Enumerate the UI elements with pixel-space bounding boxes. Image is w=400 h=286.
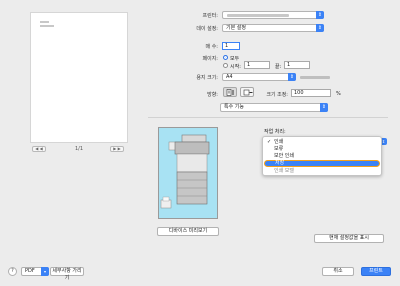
job-processing-menu: ✓ 인쇄 보류 보안 인쇄 저장 인쇄 모델	[262, 136, 382, 176]
popup-arrow-icon: ⇕	[316, 24, 324, 32]
device-preview-image	[158, 127, 218, 219]
pages-to-label: 끝:	[275, 64, 282, 70]
section-divider	[148, 117, 388, 118]
chevron-down-icon: ▾	[41, 267, 49, 276]
show-current-settings-button[interactable]: 현재 설정값을 표시	[314, 234, 384, 243]
portrait-orientation-button[interactable]	[223, 87, 237, 97]
job-option-print[interactable]: ✓ 인쇄	[264, 139, 380, 146]
preview-text-line	[40, 25, 54, 27]
printer-device-icon	[160, 134, 210, 209]
popup-arrow-icon: ⇕	[316, 11, 324, 19]
print-options-section-select[interactable]: 특수 기능 ⇕	[220, 103, 328, 112]
device-preview-button[interactable]: 디바이스 미리보기	[157, 227, 219, 236]
presets-value: 기본 설정	[226, 25, 246, 31]
job-option-secure-print[interactable]: 보안 인쇄	[264, 153, 380, 160]
pages-from-input[interactable]: 1	[244, 61, 270, 69]
preview-pager: ◀ ◀ 1/1 ▶ ▶	[30, 145, 128, 154]
preview-text-line	[40, 21, 49, 23]
job-option-label: 인쇄 모델	[274, 168, 294, 174]
job-processing-label: 작업 처리:	[264, 129, 286, 135]
orientation-label: 방향:	[207, 92, 218, 98]
copies-input[interactable]: 1	[222, 42, 240, 50]
pdf-label: PDF	[25, 268, 35, 274]
scale-label: 크기 조정:	[266, 92, 288, 98]
printer-name-redacted	[227, 14, 289, 17]
printer-label: 프린터:	[202, 13, 219, 19]
paper-dimensions-redacted	[300, 76, 330, 79]
preview-page-indicator: 1/1	[74, 146, 84, 152]
pages-all-radio[interactable]	[223, 55, 228, 60]
landscape-icon	[243, 89, 253, 96]
copies-label: 매 수:	[205, 44, 218, 50]
job-option-label: 보류	[274, 146, 284, 152]
landscape-orientation-button[interactable]	[240, 87, 254, 97]
presets-label: 데이 설정:	[196, 26, 218, 32]
section-select-value: 특수 기능	[224, 104, 244, 110]
popup-arrow-icon: ⇕	[320, 103, 328, 112]
checkmark-icon: ✓	[267, 139, 272, 145]
pages-range-radio[interactable]	[223, 63, 228, 68]
scale-unit: %	[336, 91, 341, 97]
paper-size-value: A4	[226, 74, 233, 80]
job-option-label: 인쇄	[274, 139, 284, 145]
print-button[interactable]: 프린트	[361, 267, 391, 276]
preview-prev-button[interactable]: ◀ ◀	[32, 146, 46, 152]
preview-next-button[interactable]: ▶ ▶	[110, 146, 124, 152]
presets-select[interactable]: 기본 설정 ⇕	[222, 24, 324, 32]
paper-size-select[interactable]: A4 ⇕	[222, 73, 296, 81]
job-option-label: 보안 인쇄	[274, 153, 294, 159]
paper-size-label: 용지 크기:	[196, 75, 218, 81]
pages-from-label: 시작:	[230, 64, 241, 70]
hide-details-button[interactable]: 세부사항 가리기	[50, 267, 84, 281]
job-option-print-model[interactable]: 인쇄 모델	[264, 168, 380, 175]
job-option-hold[interactable]: 보류	[264, 146, 380, 153]
printer-select[interactable]: ⇕	[222, 11, 324, 19]
portrait-icon	[226, 89, 234, 96]
pages-all-label: 모두	[230, 56, 240, 62]
job-option-label: 저장	[275, 160, 285, 166]
help-button[interactable]: ?	[8, 267, 17, 276]
popup-arrow-icon: ⇕	[288, 73, 296, 81]
scale-input[interactable]: 100	[291, 89, 331, 97]
pages-label: 페이지:	[202, 56, 219, 62]
page-preview	[30, 12, 128, 143]
pages-to-input[interactable]: 1	[284, 61, 310, 69]
job-option-store[interactable]: 저장	[264, 160, 380, 167]
cancel-button[interactable]: 취소	[322, 267, 354, 276]
pdf-menu-button[interactable]: PDF ▾	[21, 267, 49, 276]
